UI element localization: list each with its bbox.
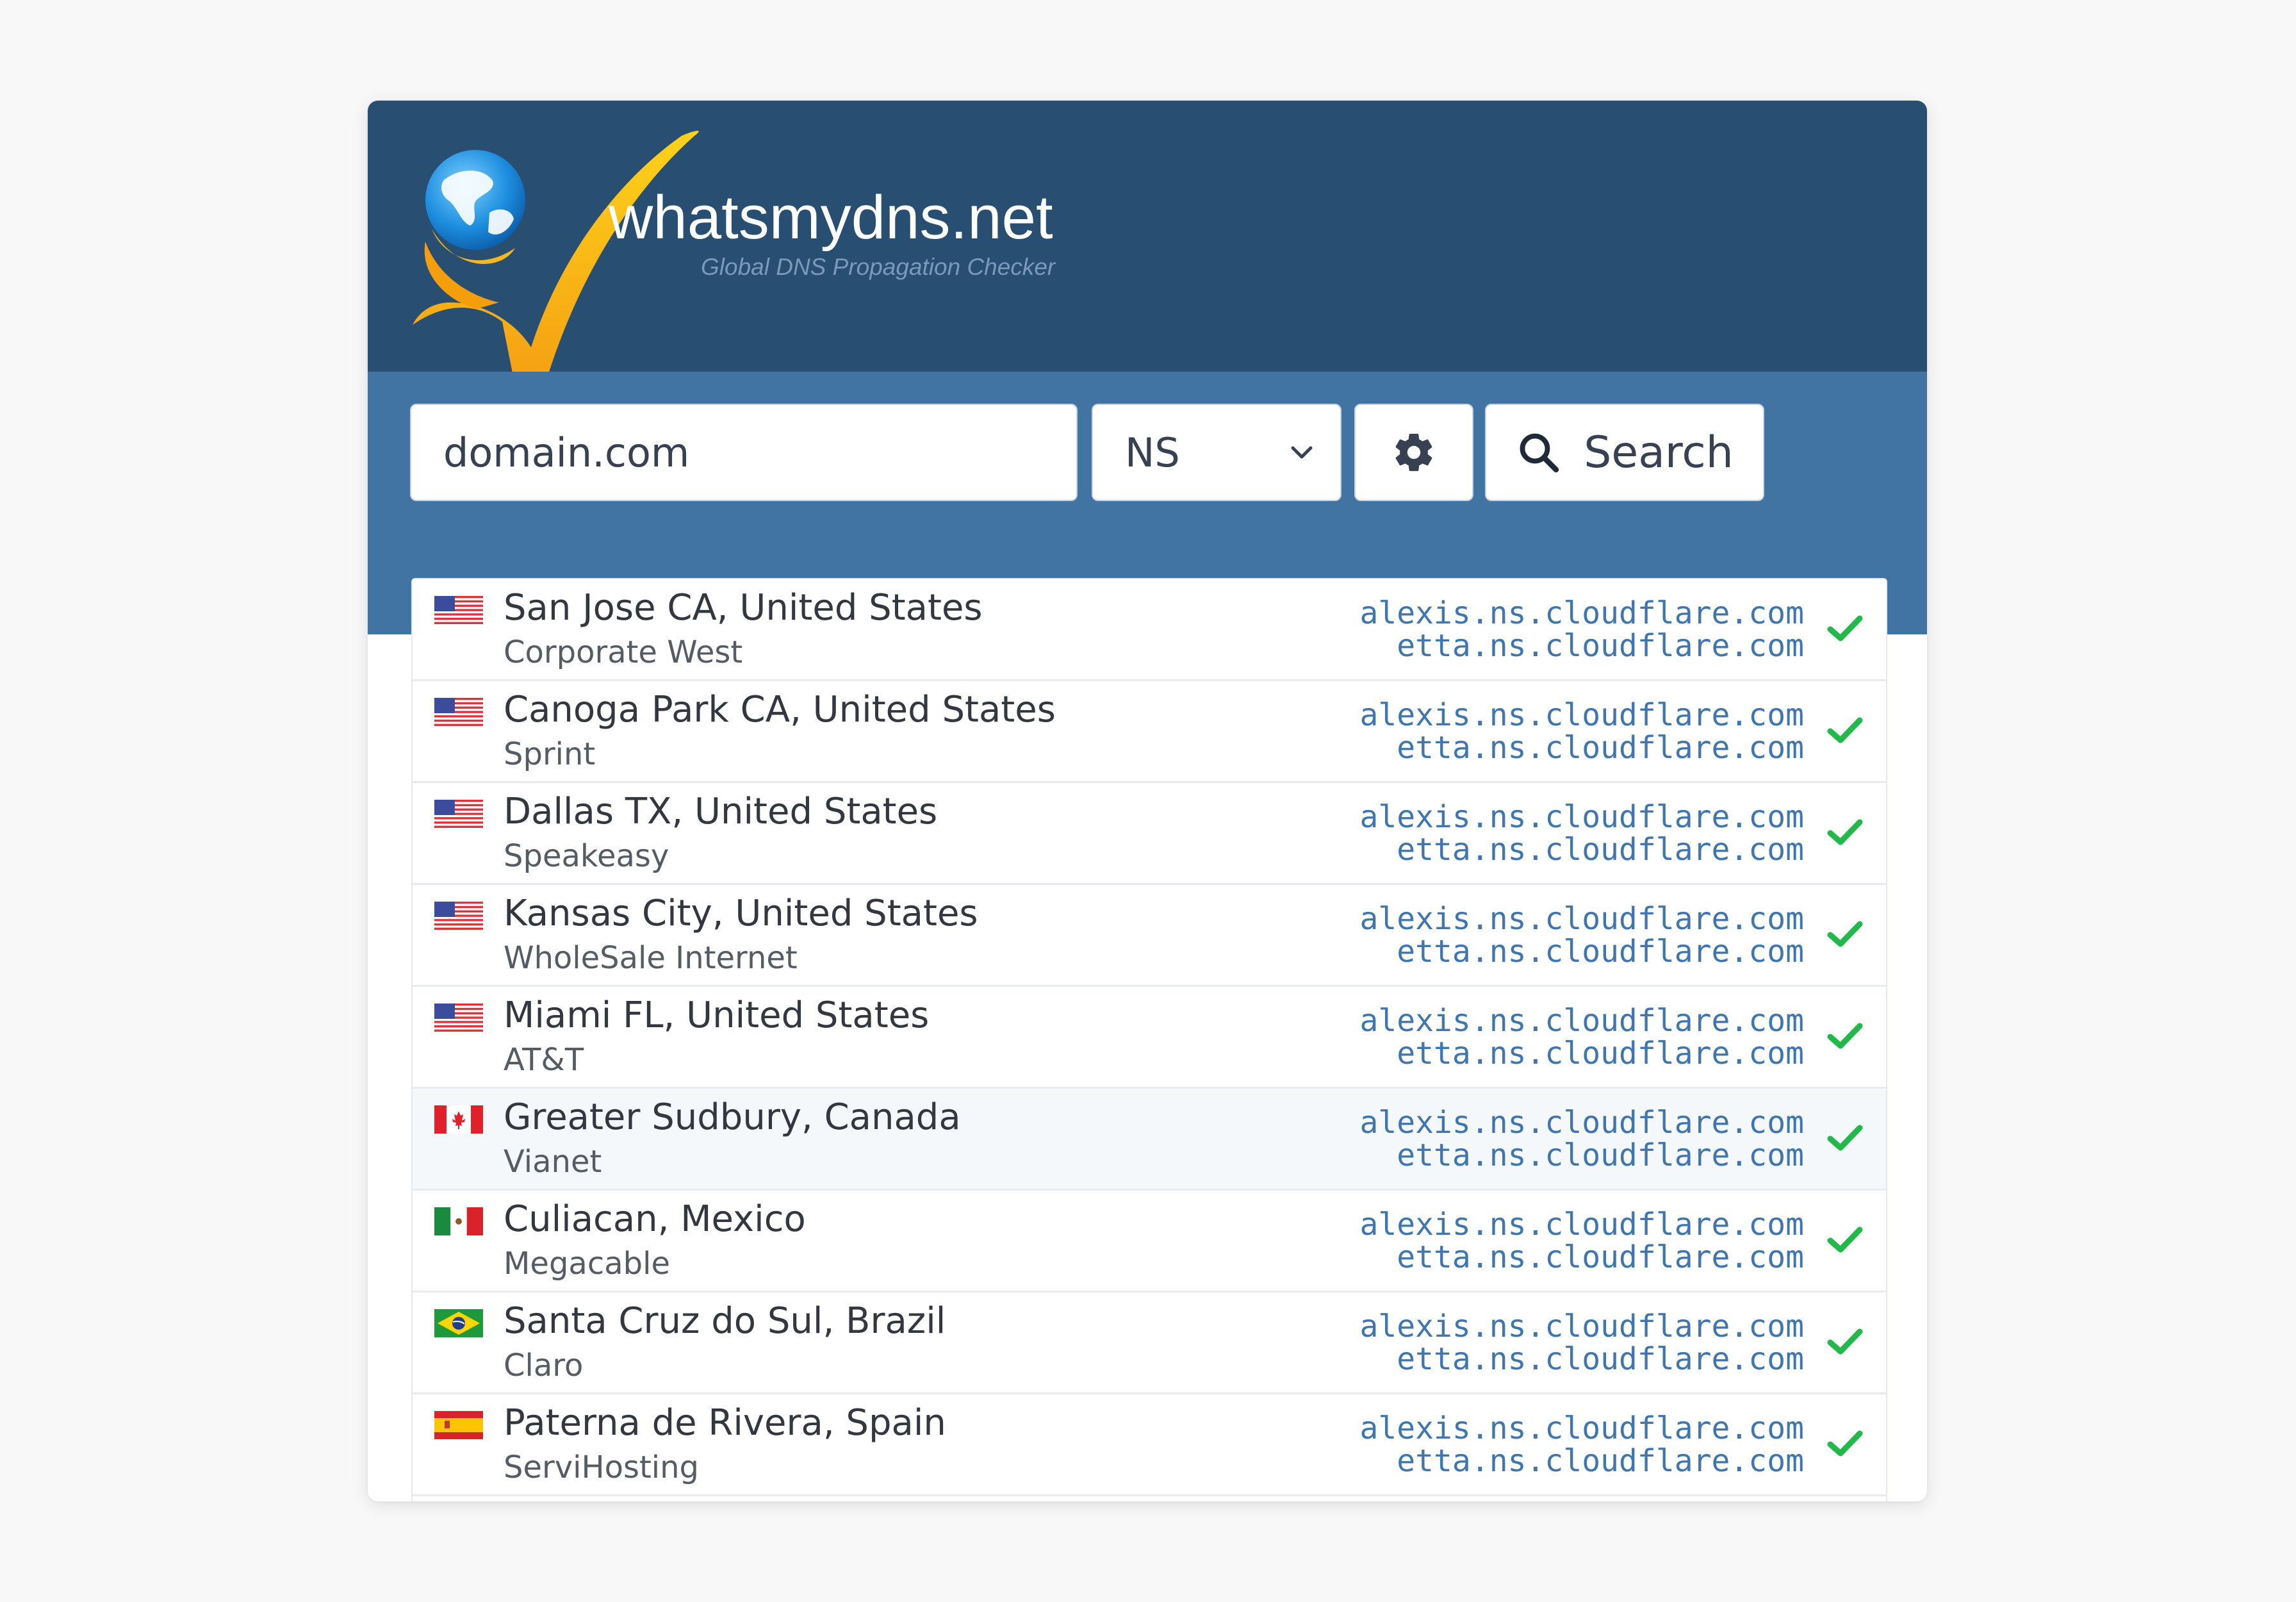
provider-name: WholeSale Internet xyxy=(504,940,798,976)
canada-flag-icon xyxy=(434,1105,483,1134)
provider-name: Sprint xyxy=(504,736,596,772)
location-name: Culiacan, Mexico xyxy=(504,1198,806,1240)
brazil-flag-icon xyxy=(434,1309,483,1337)
us-flag-icon xyxy=(434,1003,483,1032)
result-row[interactable]: San Jose CA, United States Corporate Wes… xyxy=(413,579,1886,681)
check-icon xyxy=(1827,921,1863,947)
provider-name: Claro xyxy=(504,1348,584,1383)
location-name: Dallas TX, United States xyxy=(504,791,938,832)
record-type-select[interactable]: NS xyxy=(1092,404,1341,501)
nameserver-1: alexis.ns.cloudflare.com xyxy=(1359,595,1804,631)
us-flag-icon xyxy=(434,698,483,726)
results-list: San Jose CA, United States Corporate Wes… xyxy=(411,578,1887,1501)
nameserver-list: alexis.ns.cloudflare.com etta.ns.cloudfl… xyxy=(1359,1005,1804,1070)
record-type-value: NS xyxy=(1125,429,1180,476)
nameserver-2: etta.ns.cloudflare.com xyxy=(1397,1036,1804,1071)
nameserver-2: etta.ns.cloudflare.com xyxy=(1397,934,1804,970)
chevron-down-icon xyxy=(1291,446,1313,459)
check-icon xyxy=(1827,615,1863,641)
gear-icon xyxy=(1395,433,1432,472)
nameserver-1: alexis.ns.cloudflare.com xyxy=(1359,1410,1804,1446)
nameserver-1: alexis.ns.cloudflare.com xyxy=(1359,799,1804,835)
location-name: Santa Cruz do Sul, Brazil xyxy=(504,1300,946,1342)
check-icon xyxy=(1827,1023,1863,1049)
provider-name: Speakeasy xyxy=(504,838,669,874)
search-icon xyxy=(1520,433,1559,473)
location-name: Greater Sudbury, Canada xyxy=(504,1096,961,1138)
nameserver-list: alexis.ns.cloudflare.com etta.ns.cloudfl… xyxy=(1359,1107,1804,1172)
provider-name: Vianet xyxy=(504,1144,602,1180)
search-button[interactable]: Search xyxy=(1485,404,1764,501)
nameserver-list: alexis.ns.cloudflare.com etta.ns.cloudfl… xyxy=(1359,699,1804,764)
check-icon xyxy=(1827,819,1863,845)
nameserver-list: alexis.ns.cloudflare.com etta.ns.cloudfl… xyxy=(1359,1412,1804,1478)
result-row[interactable]: Kansas City, United States WholeSale Int… xyxy=(413,885,1886,987)
check-icon xyxy=(1827,1125,1863,1151)
result-row[interactable]: Paterna de Rivera, Spain ServiHosting al… xyxy=(413,1394,1886,1496)
mexico-flag-icon xyxy=(434,1207,483,1235)
nameserver-2: etta.ns.cloudflare.com xyxy=(1397,1137,1804,1173)
nameserver-1: alexis.ns.cloudflare.com xyxy=(1359,1105,1804,1141)
search-button-label: Search xyxy=(1584,427,1734,478)
result-row[interactable]: Canoga Park CA, United States Sprint ale… xyxy=(413,681,1886,783)
nameserver-2: etta.ns.cloudflare.com xyxy=(1397,1341,1804,1377)
domain-input[interactable] xyxy=(410,404,1078,501)
nameserver-1: alexis.ns.cloudflare.com xyxy=(1359,901,1804,937)
nameserver-2: etta.ns.cloudflare.com xyxy=(1397,1443,1804,1479)
nameserver-2: etta.ns.cloudflare.com xyxy=(1397,730,1804,766)
result-row[interactable]: Miami FL, United States AT&T alexis.ns.c… xyxy=(413,987,1886,1089)
us-flag-icon xyxy=(434,596,483,624)
location-name: Kansas City, United States xyxy=(504,893,978,934)
site-header: whatsmydns.net Global DNS Propagation Ch… xyxy=(368,101,1927,411)
provider-name: Corporate West xyxy=(504,634,743,670)
check-icon xyxy=(1827,1226,1863,1253)
nameserver-2: etta.ns.cloudflare.com xyxy=(1397,832,1804,868)
us-flag-icon xyxy=(434,800,483,828)
nameserver-list: alexis.ns.cloudflare.com etta.ns.cloudfl… xyxy=(1359,801,1804,866)
check-icon xyxy=(1827,1430,1863,1457)
nameserver-1: alexis.ns.cloudflare.com xyxy=(1359,1309,1804,1344)
dns-checker-card: whatsmydns.net Global DNS Propagation Ch… xyxy=(368,101,1927,1501)
result-row[interactable]: Greater Sudbury, Canada Vianet alexis.ns… xyxy=(413,1089,1886,1191)
brand-tagline: Global DNS Propagation Checker xyxy=(701,254,1056,280)
nameserver-1: alexis.ns.cloudflare.com xyxy=(1359,1207,1804,1243)
result-row[interactable]: Dallas TX, United States Speakeasy alexi… xyxy=(413,783,1886,885)
location-name: Canoga Park CA, United States xyxy=(504,689,1056,731)
nameserver-2: etta.ns.cloudflare.com xyxy=(1397,1239,1804,1275)
nameserver-2: etta.ns.cloudflare.com xyxy=(1397,628,1804,664)
nameserver-list: alexis.ns.cloudflare.com etta.ns.cloudfl… xyxy=(1359,1310,1804,1376)
nameserver-1: alexis.ns.cloudflare.com xyxy=(1359,697,1804,733)
spain-flag-icon xyxy=(434,1411,483,1439)
result-row[interactable]: Culiacan, Mexico Megacable alexis.ns.clo… xyxy=(413,1191,1886,1292)
nameserver-list: alexis.ns.cloudflare.com etta.ns.cloudfl… xyxy=(1359,597,1804,663)
nameserver-list: alexis.ns.cloudflare.com etta.ns.cloudfl… xyxy=(1359,903,1804,968)
settings-button[interactable] xyxy=(1354,404,1473,501)
result-row[interactable]: Santa Cruz do Sul, Brazil Claro alexis.n… xyxy=(413,1292,1886,1394)
check-icon xyxy=(1827,717,1863,743)
location-name: Miami FL, United States xyxy=(504,995,930,1036)
provider-name: ServiHosting xyxy=(504,1449,699,1485)
nameserver-1: alexis.ns.cloudflare.com xyxy=(1359,1003,1804,1039)
location-name: Paterna de Rivera, Spain xyxy=(504,1402,946,1444)
check-icon xyxy=(1827,1328,1863,1355)
us-flag-icon xyxy=(434,902,483,930)
provider-name: Megacable xyxy=(504,1246,670,1282)
provider-name: AT&T xyxy=(504,1042,584,1078)
nameserver-list: alexis.ns.cloudflare.com etta.ns.cloudfl… xyxy=(1359,1209,1804,1274)
brand-name: whatsmydns.net xyxy=(608,183,1053,252)
location-name: San Jose CA, United States xyxy=(504,587,983,629)
